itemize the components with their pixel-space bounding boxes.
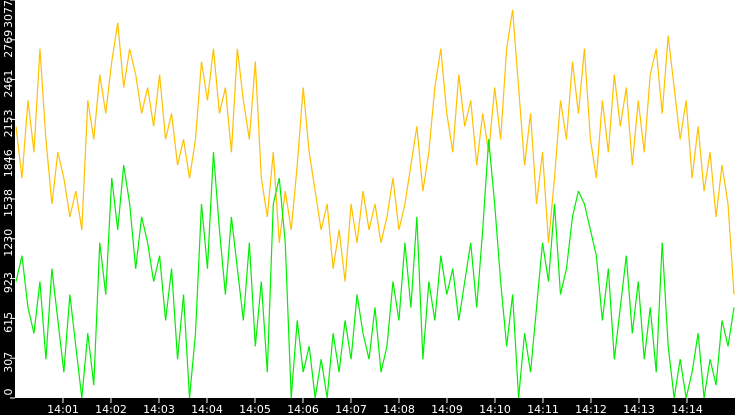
- x-tick-label: 14:05: [239, 403, 271, 415]
- y-tick-label: 3077: [2, 0, 15, 28]
- plot-background: [15, 0, 735, 398]
- y-tick-label: 1538: [2, 189, 15, 217]
- x-tick-label: 14:13: [623, 403, 655, 415]
- x-tick-label: 14:08: [383, 403, 415, 415]
- x-tick-label: 14:09: [431, 403, 463, 415]
- y-tick-label: 0: [2, 389, 15, 396]
- y-tick-label: 1230: [2, 229, 15, 257]
- x-tick-label: 14:07: [335, 403, 367, 415]
- x-tick-label: 14:14: [671, 403, 703, 415]
- x-tick-label: 14:10: [479, 403, 511, 415]
- y-tick-label: 923: [2, 272, 15, 293]
- x-tick-label: 14:06: [287, 403, 319, 415]
- x-tick-label: 14:11: [527, 403, 559, 415]
- y-tick-label: 2769: [2, 30, 15, 58]
- x-tick-label: 14:04: [191, 403, 223, 415]
- y-tick-label: 307: [2, 352, 15, 373]
- y-tick-label: 615: [2, 312, 15, 333]
- x-tick-label: 14:01: [47, 403, 79, 415]
- x-tick-label: 14:03: [143, 403, 175, 415]
- y-tick-label: 1846: [2, 149, 15, 177]
- y-tick-label: 2461: [2, 70, 15, 98]
- x-tick-label: 14:02: [95, 403, 127, 415]
- line-chart: 0 307 615 923 1230 1538 1846 2153 2461 2769 3077 1…: [0, 0, 735, 415]
- y-tick-label: 2153: [2, 109, 15, 137]
- x-tick-label: 14:12: [575, 403, 607, 415]
